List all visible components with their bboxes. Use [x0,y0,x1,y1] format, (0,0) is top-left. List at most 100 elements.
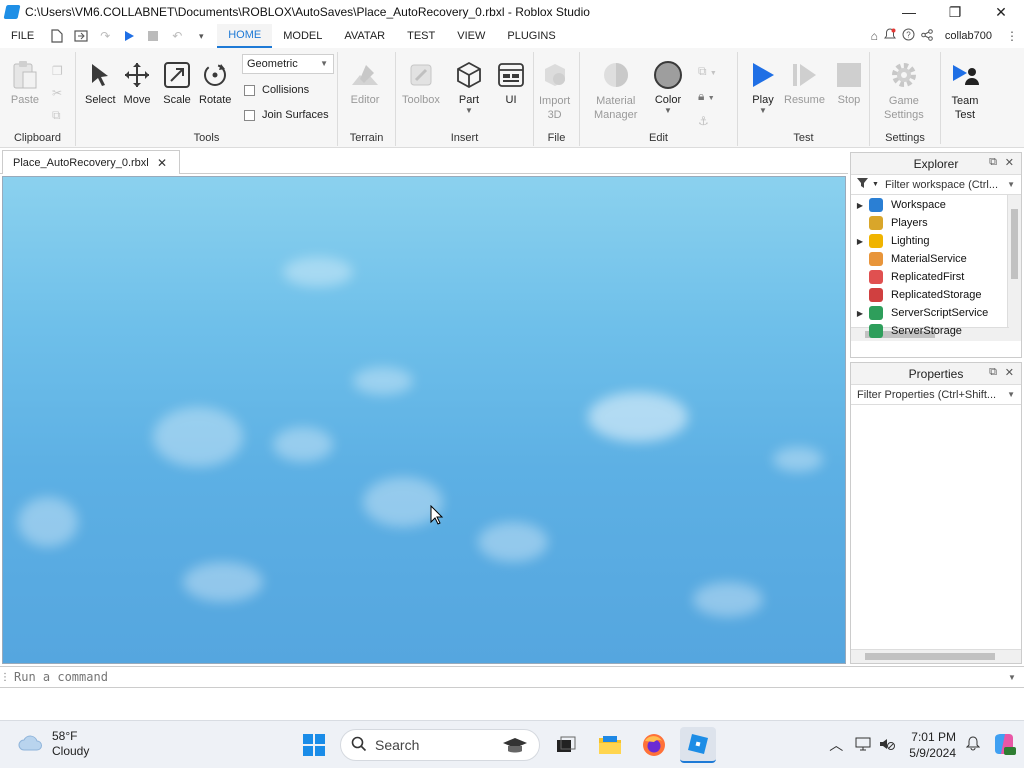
part-dropdown-chevron-icon[interactable]: ▼ [465,106,473,115]
ui-button[interactable]: UI [496,60,526,106]
tab-avatar[interactable]: AVATAR [333,24,396,48]
tab-view[interactable]: VIEW [446,24,496,48]
close-tab-icon[interactable]: ✕ [157,156,167,170]
taskbar-search[interactable]: Search [340,729,540,761]
tab-model[interactable]: MODEL [272,24,333,48]
firefox-icon[interactable] [636,727,672,763]
explorer-item[interactable]: MaterialService [851,250,967,268]
new-file-icon[interactable] [45,24,69,48]
explorer-item[interactable]: ▶ ServerScriptService [851,304,988,322]
command-input[interactable] [10,667,1008,687]
quick-stop-icon[interactable] [141,24,165,48]
stop-button[interactable]: Stop [834,60,864,106]
cut-icon[interactable]: ✂ [52,82,63,104]
collisions-toggle[interactable]: Collisions [244,84,309,96]
lock-icon[interactable]: 🔒︎ ▼ [698,85,717,110]
undock-icon[interactable]: ⧉ [989,156,997,169]
color-button[interactable]: Color ▼ [653,60,683,115]
toolbox-button[interactable]: Toolbox [402,60,440,106]
terrain-editor-label: Editor [350,94,380,106]
redo-icon[interactable]: ↷ [93,24,117,48]
material-manager-label-line1: Material [596,95,636,107]
tab-plugins[interactable]: PLUGINS [496,24,566,48]
publish-icon[interactable] [69,24,93,48]
explorer-item[interactable]: ReplicatedStorage [851,286,982,304]
task-view-icon[interactable] [548,727,584,763]
duplicate-icon[interactable]: ⧉ [52,104,63,126]
chevron-up-icon[interactable]: ︿ [829,735,843,755]
weather-widget[interactable]: 58°F Cloudy [18,729,89,759]
close-panel-icon[interactable]: ✕ [1005,366,1014,379]
game-settings-button[interactable]: Game Settings [884,60,924,122]
file-explorer-icon[interactable] [592,727,628,763]
join-surfaces-toggle[interactable]: Join Surfaces [244,109,329,121]
explorer-item[interactable]: ServerStorage [851,322,962,340]
group-icon[interactable]: ⧉ ▼ [698,60,717,85]
explorer-vertical-scrollbar[interactable] [1007,195,1021,341]
properties-horizontal-scrollbar[interactable] [851,649,1021,663]
color-dropdown-chevron-icon[interactable]: ▼ [664,106,672,115]
close-panel-icon[interactable]: ✕ [1005,156,1014,169]
viewport-3d[interactable] [2,176,846,664]
import-3d-button[interactable]: Import 3D [539,60,570,122]
grip-handle-icon[interactable]: ⋮ [0,672,10,683]
network-icon[interactable] [855,737,871,754]
play-dropdown-chevron-icon[interactable]: ▼ [759,106,767,115]
scale-button[interactable]: Scale [162,60,192,106]
close-button[interactable]: ✕ [978,0,1024,24]
clock[interactable]: 7:01 PM 5/9/2024 [909,729,956,761]
undock-icon[interactable]: ⧉ [989,366,997,379]
more-options-icon[interactable]: ⋮ [1006,29,1018,43]
explorer-tree: ▶ Workspace Players ▶ Lighting MaterialServic… [851,195,1021,341]
chevron-down-icon[interactable]: ▼ [1008,673,1024,682]
play-button[interactable]: Play ▼ [748,60,778,115]
username[interactable]: collab700 [945,30,992,42]
tab-home[interactable]: HOME [217,24,273,48]
chevron-down-icon[interactable]: ▼ [1007,390,1015,399]
file-menu[interactable]: FILE [0,24,45,48]
terrain-editor-button[interactable]: Editor [350,60,380,106]
part-button[interactable]: Part ▼ [454,60,484,115]
rotate-button[interactable]: Rotate [199,60,231,106]
collapse-ribbon-icon[interactable]: ⌂ [871,29,878,43]
expand-arrow-icon[interactable]: ▶ [851,309,869,318]
undo-icon[interactable]: ↶ [165,24,189,48]
explorer-item[interactable]: ReplicatedFirst [851,268,964,286]
explorer-item[interactable]: ▶ Workspace [851,196,946,214]
document-tab[interactable]: Place_AutoRecovery_0.rbxl ✕ [2,150,180,174]
explorer-filter[interactable]: ▼ Filter workspace (Ctrl... ▼ [851,175,1021,195]
share-icon[interactable] [921,28,933,44]
explorer-item[interactable]: ▶ Lighting [851,232,930,250]
paste-button[interactable]: Paste [10,60,40,106]
properties-filter[interactable]: Filter Properties (Ctrl+Shift... ▼ [851,385,1021,405]
material-manager-button[interactable]: Material Manager [594,60,637,122]
join-surfaces-label: Join Surfaces [262,109,329,121]
help-icon[interactable]: ? [902,28,915,44]
maximize-button[interactable]: ❐ [932,0,978,24]
explorer-item[interactable]: Players [851,214,928,232]
expand-arrow-icon[interactable]: ▶ [851,201,869,210]
minimize-button[interactable]: — [886,0,932,24]
explorer-item-label: ReplicatedFirst [891,271,965,283]
anchor-icon[interactable]: ⚓︎ [698,110,717,132]
collisions-checkbox[interactable] [244,84,255,96]
join-surfaces-checkbox[interactable] [244,109,255,121]
move-button[interactable]: Move [122,60,152,106]
notification-bell-icon[interactable] [965,736,981,754]
quick-play-icon[interactable] [117,24,141,48]
roblox-studio-taskbar-icon[interactable] [680,727,716,763]
chevron-down-icon[interactable]: ▼ [1007,180,1015,189]
team-test-button[interactable]: Team Test [950,60,980,122]
tab-test[interactable]: TEST [396,24,446,48]
transform-mode-dropdown[interactable]: Geometric ▼ [242,54,334,74]
expand-arrow-icon[interactable]: ▶ [851,237,869,246]
quick-access-dropdown-icon[interactable]: ▾ [189,24,213,48]
notifications-icon[interactable] [883,28,896,44]
resume-button[interactable]: Resume [784,60,825,106]
start-windows-icon[interactable] [296,727,332,763]
copy-icon[interactable]: ❐ [52,60,63,82]
copilot-icon[interactable] [992,732,1016,759]
select-button[interactable]: Select [85,60,116,106]
volume-muted-icon[interactable] [879,737,896,754]
toolbox-icon [406,60,436,90]
